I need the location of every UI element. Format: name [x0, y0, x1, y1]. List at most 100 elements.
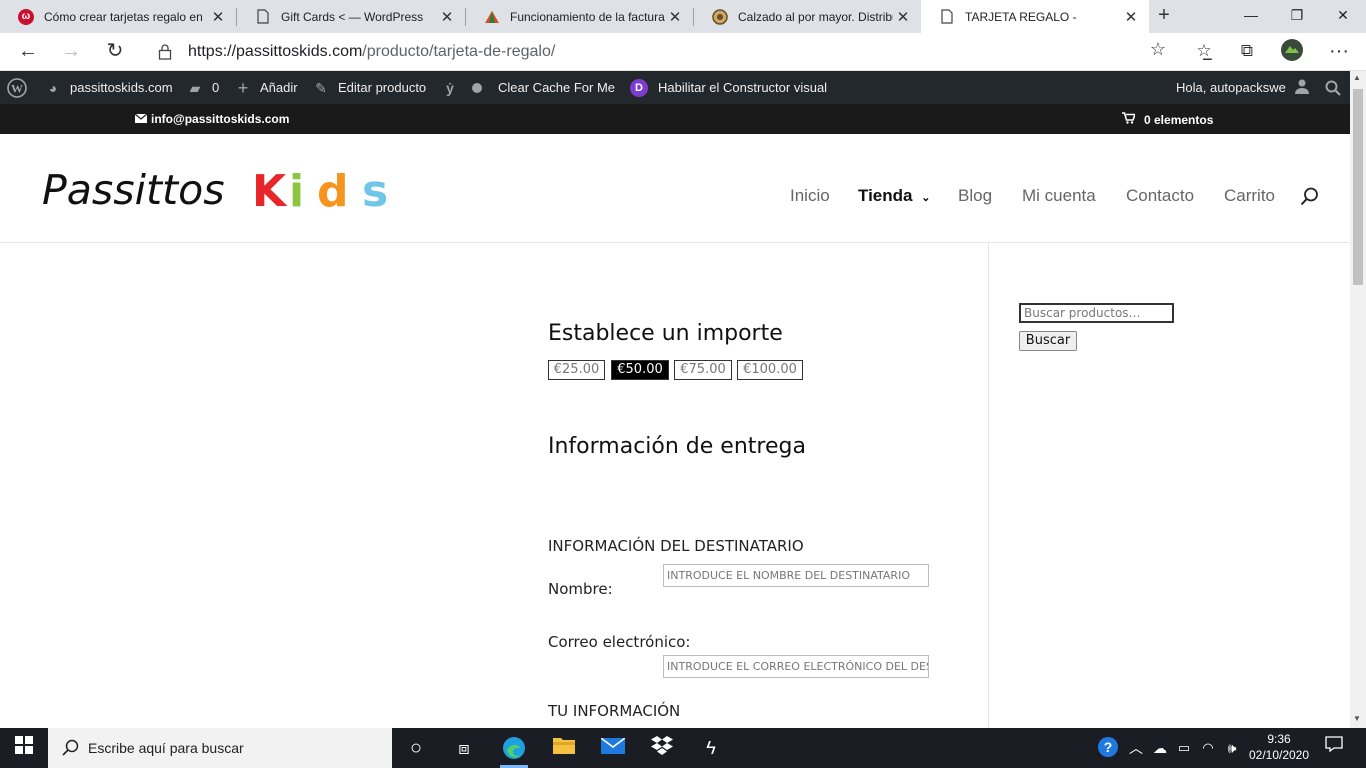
lock-icon[interactable] — [158, 43, 174, 61]
help-icon[interactable]: ? — [1094, 736, 1122, 760]
minimize-icon[interactable]: — — [1228, 0, 1274, 32]
favorites-list-icon[interactable]: ☆̲ — [1190, 38, 1218, 66]
browser-tab[interactable]: Calzado al por mayor. Distribu ✕ — [694, 0, 921, 33]
scroll-down-arrow-icon[interactable]: ▼ — [1353, 714, 1361, 723]
browser-tab[interactable]: ω Cómo crear tarjetas regalo en ✕ — [0, 0, 236, 33]
page-scrollbar[interactable]: ▲ ▼ — [1350, 71, 1366, 728]
header-search-icon[interactable] — [1300, 187, 1319, 211]
file-explorer-icon[interactable] — [550, 736, 578, 760]
your-info-heading: TU INFORMACIÓN — [548, 702, 681, 720]
close-tab-icon[interactable]: ✕ — [437, 8, 457, 26]
close-tab-icon[interactable]: ✕ — [1121, 8, 1141, 26]
amount-option-25[interactable]: €25.00 — [548, 360, 605, 380]
admin-site-link[interactable]: ◕ passittoskids.com — [44, 71, 173, 104]
pencil-icon: ✎ — [315, 79, 327, 96]
name-label: Nombre: — [548, 580, 613, 598]
admin-clear-cache-link[interactable]: Clear Cache For Me — [472, 71, 615, 104]
wordpress-logo-icon[interactable]: W — [7, 71, 27, 104]
browser-tab-active[interactable]: TARJETA REGALO - ✕ — [921, 0, 1149, 33]
svg-text:W: W — [11, 81, 23, 95]
admin-visual-builder-label: Habilitar el Constructor visual — [658, 80, 828, 95]
back-arrow-icon[interactable]: ← — [14, 38, 42, 66]
admin-comments-count: 0 — [212, 80, 220, 95]
close-tab-icon[interactable]: ✕ — [208, 8, 228, 26]
address-bar[interactable]: https://passittoskids.com/producto/tarje… — [146, 37, 1176, 67]
browser-tab[interactable]: Gift Cards < — WordPress ✕ — [237, 0, 465, 33]
close-window-icon[interactable]: ✕ — [1320, 0, 1366, 32]
admin-clear-cache-label: Clear Cache For Me — [498, 80, 616, 95]
tab-title: Gift Cards < — WordPress — [281, 9, 424, 24]
amount-option-100[interactable]: €100.00 — [737, 360, 803, 380]
admin-site-name: passittoskids.com — [70, 80, 173, 95]
notifications-icon[interactable] — [1320, 736, 1348, 760]
close-tab-icon[interactable]: ✕ — [893, 8, 913, 26]
more-options-icon[interactable]: ··· — [1325, 38, 1353, 66]
round-favicon-icon — [712, 8, 728, 25]
admin-comments-link[interactable]: ▰ 0 — [186, 71, 220, 104]
product-search-button[interactable]: Buscar — [1019, 331, 1077, 351]
collections-icon[interactable]: ⧉ — [1233, 38, 1261, 66]
contact-email-link[interactable]: info@passittoskids.com — [134, 112, 289, 126]
admin-account-link[interactable]: Hola, autopackswe — [1176, 71, 1310, 104]
chevron-down-icon: ⌄ — [921, 192, 931, 204]
url-host: https://passittoskids.com — [188, 43, 363, 60]
site-header: Passittos K i d s Inicio Tienda ⌄ Blog M… — [0, 134, 1350, 243]
volume-icon[interactable]: 🕪 — [1218, 736, 1246, 760]
profile-avatar-icon[interactable] — [1278, 38, 1306, 66]
admin-visual-builder-link[interactable]: D Habilitar el Constructor visual — [630, 71, 827, 104]
cortana-circle-icon[interactable]: ○ — [402, 736, 430, 760]
taskbar-search-box[interactable]: Escribe aquí para buscar — [48, 728, 392, 768]
product-search-input[interactable]: Buscar productos… — [1019, 303, 1174, 323]
menu-item-tienda[interactable]: Tienda ⌄ — [858, 186, 930, 206]
menu-item-contacto[interactable]: Contacto — [1126, 186, 1194, 206]
tab-title: Funcionamiento de la facturac — [510, 9, 665, 24]
refresh-icon[interactable]: ↻ — [101, 38, 129, 66]
document-favicon-icon — [939, 9, 955, 25]
tab-title: Calzado al por mayor. Distribu — [738, 9, 893, 24]
amount-option-50-selected[interactable]: €50.00 — [611, 360, 669, 380]
menu-item-blog[interactable]: Blog — [958, 186, 992, 206]
tab-title: Cómo crear tarjetas regalo en — [44, 9, 203, 24]
task-view-icon[interactable]: ⧈ — [450, 736, 478, 760]
svg-text:?: ? — [1104, 739, 1113, 755]
header-cart-link[interactable]: 0 elementos — [1122, 112, 1213, 127]
close-tab-icon[interactable]: ✕ — [665, 8, 685, 26]
recipient-heading: INFORMACIÓN DEL DESTINATARIO — [548, 537, 804, 555]
recipient-email-field[interactable]: INTRODUCE EL CORREO ELECTRÓNICO DEL DEST… — [663, 655, 929, 678]
admin-add-new-link[interactable]: + Añadir — [234, 71, 298, 104]
admin-edit-product-link[interactable]: ✎ Editar producto — [312, 71, 426, 104]
menu-item-mi-cuenta[interactable]: Mi cuenta — [1022, 186, 1096, 206]
email-label: Correo electrónico: — [548, 633, 691, 651]
new-tab-button[interactable]: + — [1152, 4, 1176, 28]
envelope-icon — [134, 112, 148, 126]
windows-taskbar: Escribe aquí para buscar ○ ⧈ ϟ ? ︿ ☁ ▭ ◠… — [0, 728, 1366, 768]
admin-edit-product-label: Editar producto — [338, 80, 427, 95]
taskbar-clock[interactable]: 9:36 02/10/2020 — [1248, 731, 1310, 763]
browser-tab[interactable]: Funcionamiento de la facturac ✕ — [466, 0, 693, 33]
document-favicon-icon — [255, 9, 271, 25]
scrollbar-thumb[interactable] — [1353, 89, 1363, 285]
logo-letter-k: K — [252, 166, 288, 216]
forward-arrow-icon[interactable]: → — [57, 38, 85, 66]
admin-search-icon[interactable] — [1325, 71, 1341, 104]
dashboard-gauge-icon: ◕ — [48, 79, 58, 96]
favorite-star-icon[interactable]: ☆ — [1150, 39, 1166, 60]
url-text[interactable]: https://passittoskids.com/producto/tarje… — [188, 43, 555, 61]
windows-start-icon[interactable] — [10, 736, 38, 760]
restore-icon[interactable]: ❐ — [1274, 0, 1320, 32]
site-logo[interactable]: Passittos K i d s — [42, 164, 402, 217]
menu-item-label: Tienda — [858, 186, 913, 205]
recipient-name-field[interactable]: INTRODUCE EL NOMBRE DEL DESTINATARIO — [663, 564, 929, 587]
yoast-seo-icon[interactable]: ẏ — [441, 71, 467, 104]
scroll-up-arrow-icon[interactable]: ▲ — [1353, 73, 1361, 82]
admin-add-new-label: Añadir — [260, 80, 298, 95]
amount-option-75[interactable]: €75.00 — [674, 360, 732, 380]
menu-item-inicio[interactable]: Inicio — [790, 186, 830, 206]
dropbox-icon[interactable] — [648, 736, 676, 760]
user-avatar-icon — [1294, 78, 1310, 97]
menu-item-carrito[interactable]: Carrito — [1224, 186, 1275, 206]
mail-icon[interactable] — [599, 736, 627, 760]
lightning-app-icon[interactable]: ϟ — [697, 736, 725, 760]
edge-browser-icon[interactable] — [500, 736, 528, 760]
wp-admin-bar: W ◕ passittoskids.com ▰ 0 + Añadir ✎ Edi… — [0, 71, 1350, 104]
